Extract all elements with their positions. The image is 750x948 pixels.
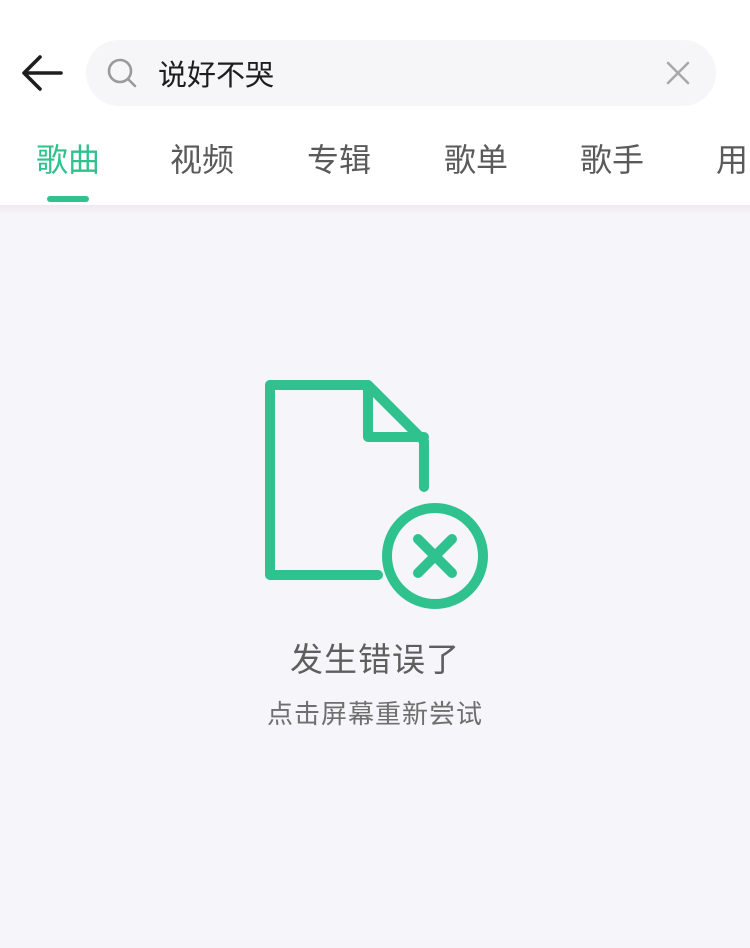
tab-artists[interactable]: 歌手 (580, 130, 644, 190)
arrow-left-icon (22, 55, 63, 91)
tab-bar: 歌曲 视频 专辑 歌单 歌手 用 (0, 130, 750, 202)
clear-search-button[interactable] (660, 55, 696, 91)
search-icon (107, 58, 137, 88)
close-icon (666, 61, 690, 85)
tab-songs[interactable]: 歌曲 (36, 130, 100, 190)
error-retry-area[interactable]: 发生错误了 点击屏幕重新尝试 (0, 205, 750, 948)
tab-users[interactable]: 用 (716, 130, 748, 190)
active-tab-indicator (47, 196, 89, 202)
tab-playlists[interactable]: 歌单 (444, 130, 508, 190)
search-input[interactable] (158, 48, 638, 98)
error-title: 发生错误了 (290, 640, 460, 679)
file-error-icon (265, 380, 488, 609)
search-bar[interactable] (86, 40, 716, 106)
tab-videos[interactable]: 视频 (170, 130, 234, 190)
back-button[interactable] (14, 48, 68, 98)
header: 歌曲 视频 专辑 歌单 歌手 用 (0, 0, 750, 205)
error-subtitle: 点击屏幕重新尝试 (266, 700, 483, 730)
header-shadow (0, 205, 750, 215)
tab-albums[interactable]: 专辑 (307, 130, 371, 190)
